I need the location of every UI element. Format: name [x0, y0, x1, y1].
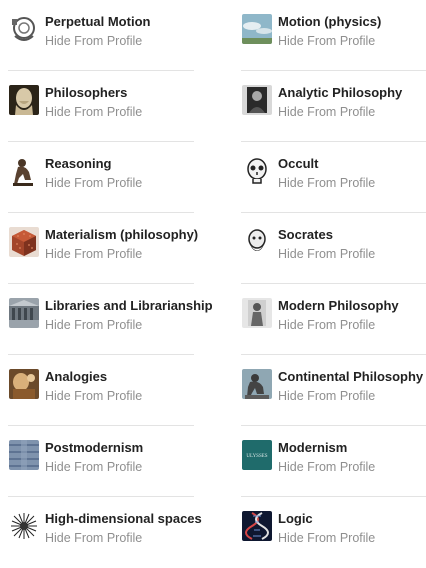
topic-title[interactable]: Logic: [278, 511, 313, 527]
starburst-icon[interactable]: [9, 511, 39, 541]
ulysses-book-icon[interactable]: ULYSSES: [242, 440, 272, 470]
topic-title[interactable]: Socrates: [278, 227, 333, 243]
topic-title[interactable]: Continental Philosophy: [278, 369, 423, 385]
socrates-icon[interactable]: [242, 227, 272, 257]
topic-item-logic: Logic Hide From Profile: [241, 497, 426, 568]
topic-item-reasoning: Reasoning Hide From Profile: [8, 142, 194, 213]
hide-from-profile-link[interactable]: Hide From Profile: [45, 317, 142, 333]
topic-title[interactable]: High-dimensional spaces: [45, 511, 202, 527]
right-topic-column: Motion (physics) Hide From Profile Analy…: [241, 0, 426, 568]
hide-from-profile-link[interactable]: Hide From Profile: [45, 33, 142, 49]
topic-title[interactable]: Perpetual Motion: [45, 14, 150, 30]
library-icon[interactable]: [9, 298, 39, 328]
hide-from-profile-link[interactable]: Hide From Profile: [278, 530, 375, 546]
hide-from-profile-link[interactable]: Hide From Profile: [45, 175, 142, 191]
topic-title[interactable]: Motion (physics): [278, 14, 381, 30]
hide-from-profile-link[interactable]: Hide From Profile: [45, 246, 142, 262]
left-topic-column: Perpetual Motion Hide From Profile Philo…: [8, 0, 213, 568]
hide-from-profile-link[interactable]: Hide From Profile: [278, 33, 375, 49]
topic-title[interactable]: Materialism (philosophy): [45, 227, 198, 243]
thinker-photo-icon[interactable]: [242, 369, 272, 399]
hide-from-profile-link[interactable]: Hide From Profile: [278, 388, 375, 404]
portrait-icon[interactable]: [242, 85, 272, 115]
bead-cube-icon[interactable]: [9, 227, 39, 257]
hide-from-profile-link[interactable]: Hide From Profile: [278, 175, 375, 191]
hide-from-profile-link[interactable]: Hide From Profile: [278, 459, 375, 475]
hide-from-profile-link[interactable]: Hide From Profile: [278, 246, 375, 262]
hide-from-profile-link[interactable]: Hide From Profile: [278, 317, 375, 333]
topic-item-high-dimensional-spaces: High-dimensional spaces Hide From Profil…: [8, 497, 202, 568]
topic-title[interactable]: Analogies: [45, 369, 107, 385]
hide-from-profile-link[interactable]: Hide From Profile: [45, 530, 142, 546]
skull-icon[interactable]: [242, 156, 272, 186]
topic-title[interactable]: Analytic Philosophy: [278, 85, 402, 101]
painting-icon[interactable]: [9, 369, 39, 399]
philosopher-bust-icon[interactable]: [9, 85, 39, 115]
topic-item-modernism: ULYSSES Modernism Hide From Profile: [241, 426, 426, 497]
topic-item-materialism: Materialism (philosophy) Hide From Profi…: [8, 213, 198, 284]
statue-icon[interactable]: [242, 298, 272, 328]
dna-helix-icon[interactable]: [242, 511, 272, 541]
topic-title[interactable]: Occult: [278, 156, 318, 172]
hide-from-profile-link[interactable]: Hide From Profile: [45, 459, 142, 475]
topic-item-motion-physics: Motion (physics) Hide From Profile: [241, 0, 426, 71]
topic-item-socrates: Socrates Hide From Profile: [241, 213, 426, 284]
hide-from-profile-link[interactable]: Hide From Profile: [45, 388, 142, 404]
topic-item-analogies: Analogies Hide From Profile: [8, 355, 194, 426]
hide-from-profile-link[interactable]: Hide From Profile: [278, 104, 375, 120]
topic-item-analytic-philosophy: Analytic Philosophy Hide From Profile: [241, 71, 426, 142]
sky-photo-icon[interactable]: [242, 14, 272, 44]
thinker-statue-icon[interactable]: [9, 156, 39, 186]
perpetual-motion-icon[interactable]: [9, 14, 39, 44]
topic-item-philosophers: Philosophers Hide From Profile: [8, 71, 194, 142]
blue-texture-icon[interactable]: [9, 440, 39, 470]
topic-item-postmodernism: Postmodernism Hide From Profile: [8, 426, 194, 497]
topic-item-modern-philosophy: Modern Philosophy Hide From Profile: [241, 284, 426, 355]
hide-from-profile-link[interactable]: Hide From Profile: [45, 104, 142, 120]
topic-title[interactable]: Modern Philosophy: [278, 298, 399, 314]
topic-title[interactable]: Modernism: [278, 440, 347, 456]
topic-item-occult: Occult Hide From Profile: [241, 142, 426, 213]
topic-item-continental-philosophy: Continental Philosophy Hide From Profile: [241, 355, 426, 426]
topic-title[interactable]: Reasoning: [45, 156, 111, 172]
topic-title[interactable]: Philosophers: [45, 85, 127, 101]
topic-item-perpetual-motion: Perpetual Motion Hide From Profile: [8, 0, 194, 71]
topic-item-libraries: Libraries and Librarianship Hide From Pr…: [8, 284, 213, 355]
topic-title[interactable]: Postmodernism: [45, 440, 143, 456]
topic-title[interactable]: Libraries and Librarianship: [45, 298, 213, 314]
ulysses-cover-text: ULYSSES: [246, 454, 267, 459]
